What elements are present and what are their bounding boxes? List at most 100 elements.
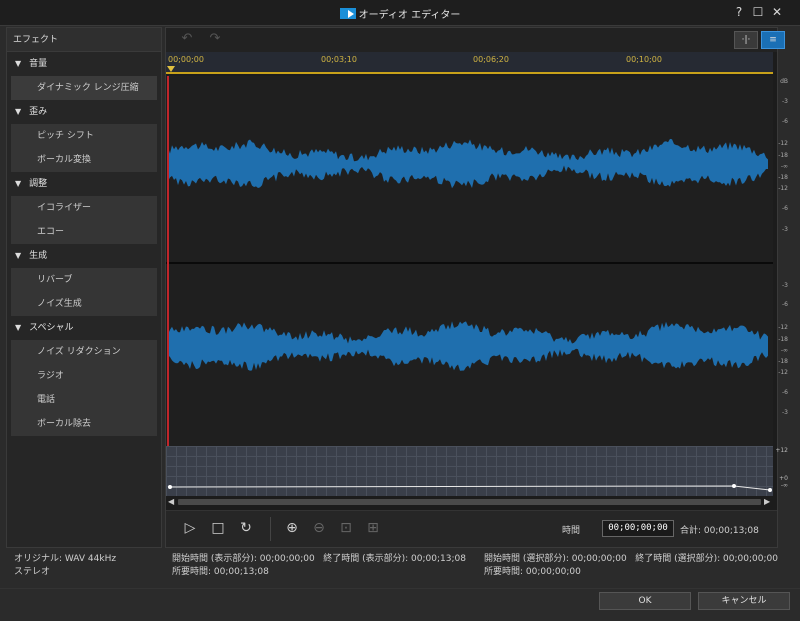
group-distortion-label: 歪み <box>29 107 48 117</box>
db-tick: -3 <box>782 226 788 233</box>
collapse-triangle-icon[interactable]: ▼ <box>15 172 21 196</box>
help-button[interactable]: ? <box>732 5 746 19</box>
db-scale: dB -3 -6 -12 -18 -∞ -18 -12 -6 -3 -3 -6 … <box>773 76 790 446</box>
original-format: オリジナル: WAV 44kHz <box>14 554 117 564</box>
transport-separator <box>270 517 271 541</box>
db-tick: -12 <box>778 140 788 147</box>
envelope-keyframe[interactable] <box>732 484 736 488</box>
envelope-bottom-label: -∞ <box>780 482 788 489</box>
time-label: 時間 <box>562 526 581 536</box>
zoom-selection-icon[interactable]: ⊡ <box>338 520 354 536</box>
effect-echo[interactable]: エコー <box>11 220 157 244</box>
envelope-scale: +12 +0 -∞ <box>773 446 790 498</box>
db-tick: -18 <box>778 174 788 181</box>
db-tick: -∞ <box>780 163 788 170</box>
equalizer-mode-icon[interactable]: ≡ <box>761 31 785 49</box>
db-tick: -18 <box>778 336 788 343</box>
collapse-triangle-icon[interactable]: ▼ <box>15 52 21 76</box>
redo-icon[interactable]: ↷ <box>208 32 222 46</box>
group-special-label: スペシャル <box>29 323 74 333</box>
timeline-ruler[interactable]: 00;00;00 00;03;10 00;06;20 00;10;00 <box>166 52 773 74</box>
effect-dynamic-range-compression[interactable]: ダイナミック レンジ圧縮 <box>11 76 157 100</box>
effect-equalizer[interactable]: イコライザー <box>11 196 157 220</box>
db-tick: -3 <box>782 98 788 105</box>
effects-sidebar: エフェクト ▼ 音量 ダイナミック レンジ圧縮 ▼ 歪み ピッチ シフト ボーカル変… <box>6 27 162 548</box>
audio-editor-app-icon <box>339 8 356 19</box>
db-tick: -3 <box>782 409 788 416</box>
editor-toolbar: ↶ ↷ ·|· ≡ <box>166 28 785 52</box>
undo-icon[interactable]: ↶ <box>180 32 194 46</box>
horizontal-scrollbar[interactable]: ◀ ▶ <box>166 496 773 508</box>
db-tick: -6 <box>782 389 788 396</box>
waveform-mode-icon[interactable]: ·|· <box>734 31 758 49</box>
ok-button[interactable]: OK <box>599 592 691 610</box>
group-volume-label: 音量 <box>29 59 48 69</box>
group-adjust[interactable]: ▼ 調整 <box>7 172 161 196</box>
total-duration: 合計: 00;00;13;08 <box>680 526 759 536</box>
group-generate-label: 生成 <box>29 251 48 261</box>
effect-noise-reduction[interactable]: ノイズ リダクション <box>11 340 157 364</box>
effect-noise-generation[interactable]: ノイズ生成 <box>11 292 157 316</box>
title-bar: オーディオ エディター ? ☐ ✕ <box>0 0 800 26</box>
scroll-left-icon[interactable]: ◀ <box>168 497 174 506</box>
left-channel-waveform <box>168 138 768 189</box>
view-duration: 所要時間: 00;00;13;08 <box>172 567 269 577</box>
group-special[interactable]: ▼ スペシャル <box>7 316 161 340</box>
channel-divider <box>166 262 773 264</box>
db-tick: -12 <box>778 185 788 192</box>
group-distortion[interactable]: ▼ 歪み <box>7 100 161 124</box>
zoom-fit-icon[interactable]: ⊞ <box>365 520 381 536</box>
view-end-time: 終了時間 (表示部分): 00;00;13;08 <box>323 554 466 564</box>
effect-reverb[interactable]: リバーブ <box>11 268 157 292</box>
channel-mode: ステレオ <box>14 567 51 577</box>
cancel-button[interactable]: キャンセル <box>698 592 790 610</box>
stop-icon[interactable]: □ <box>210 520 226 536</box>
footer-divider <box>0 588 800 589</box>
effect-telephone[interactable]: 電話 <box>11 388 157 412</box>
scrollbar-thumb[interactable] <box>178 499 761 505</box>
loop-icon[interactable]: ↻ <box>238 520 254 536</box>
zoom-in-icon[interactable]: ⊕ <box>284 520 300 536</box>
scroll-right-icon[interactable]: ▶ <box>764 497 770 506</box>
db-tick: -12 <box>778 369 788 376</box>
envelope-keyframe[interactable] <box>168 485 172 489</box>
db-tick: -18 <box>778 358 788 365</box>
volume-envelope[interactable] <box>166 446 773 498</box>
close-button[interactable]: ✕ <box>770 5 784 19</box>
ruler-tick: 00;06;20 <box>473 55 509 64</box>
selection-start-time: 開始時間 (選択部分): 00;00;00;00 <box>484 554 627 564</box>
play-icon[interactable]: ▷ <box>182 520 198 536</box>
collapse-triangle-icon[interactable]: ▼ <box>15 100 21 124</box>
db-tick: -3 <box>782 282 788 289</box>
group-volume[interactable]: ▼ 音量 <box>7 52 161 76</box>
db-tick: -6 <box>782 205 788 212</box>
playhead-marker-icon[interactable] <box>167 66 175 72</box>
db-tick: -12 <box>778 324 788 331</box>
window-title: オーディオ エディター <box>0 6 800 21</box>
right-channel-waveform <box>168 321 768 371</box>
ruler-tick: 00;00;00 <box>168 55 204 64</box>
effect-vocal-removal[interactable]: ボーカル除去 <box>11 412 157 436</box>
selection-end-time: 終了時間 (選択部分): 00;00;00;00 <box>635 554 778 564</box>
db-tick: -∞ <box>780 347 788 354</box>
effect-pitch-shift[interactable]: ピッチ シフト <box>11 124 157 148</box>
maximize-button[interactable]: ☐ <box>751 5 765 19</box>
envelope-keyframe[interactable] <box>768 488 772 492</box>
ruler-tick: 00;03;10 <box>321 55 357 64</box>
group-generate[interactable]: ▼ 生成 <box>7 244 161 268</box>
effect-radio[interactable]: ラジオ <box>11 364 157 388</box>
zoom-out-icon[interactable]: ⊖ <box>311 520 327 536</box>
effects-header: エフェクト <box>7 28 161 52</box>
envelope-mid-label: +0 <box>779 475 788 482</box>
db-tick: -18 <box>778 152 788 159</box>
group-adjust-label: 調整 <box>29 179 48 189</box>
collapse-triangle-icon[interactable]: ▼ <box>15 244 21 268</box>
view-range-info: 開始時間 (表示部分): 00;00;00;00 終了時間 (表示部分): 00… <box>172 553 466 579</box>
time-input[interactable]: 00;00;00;00 <box>602 520 674 537</box>
envelope-line <box>168 484 772 492</box>
waveform-area[interactable] <box>166 76 773 494</box>
playhead-line[interactable] <box>167 76 169 494</box>
effect-voice-changer[interactable]: ボーカル変換 <box>11 148 157 172</box>
collapse-triangle-icon[interactable]: ▼ <box>15 316 21 340</box>
db-tick: -6 <box>782 301 788 308</box>
